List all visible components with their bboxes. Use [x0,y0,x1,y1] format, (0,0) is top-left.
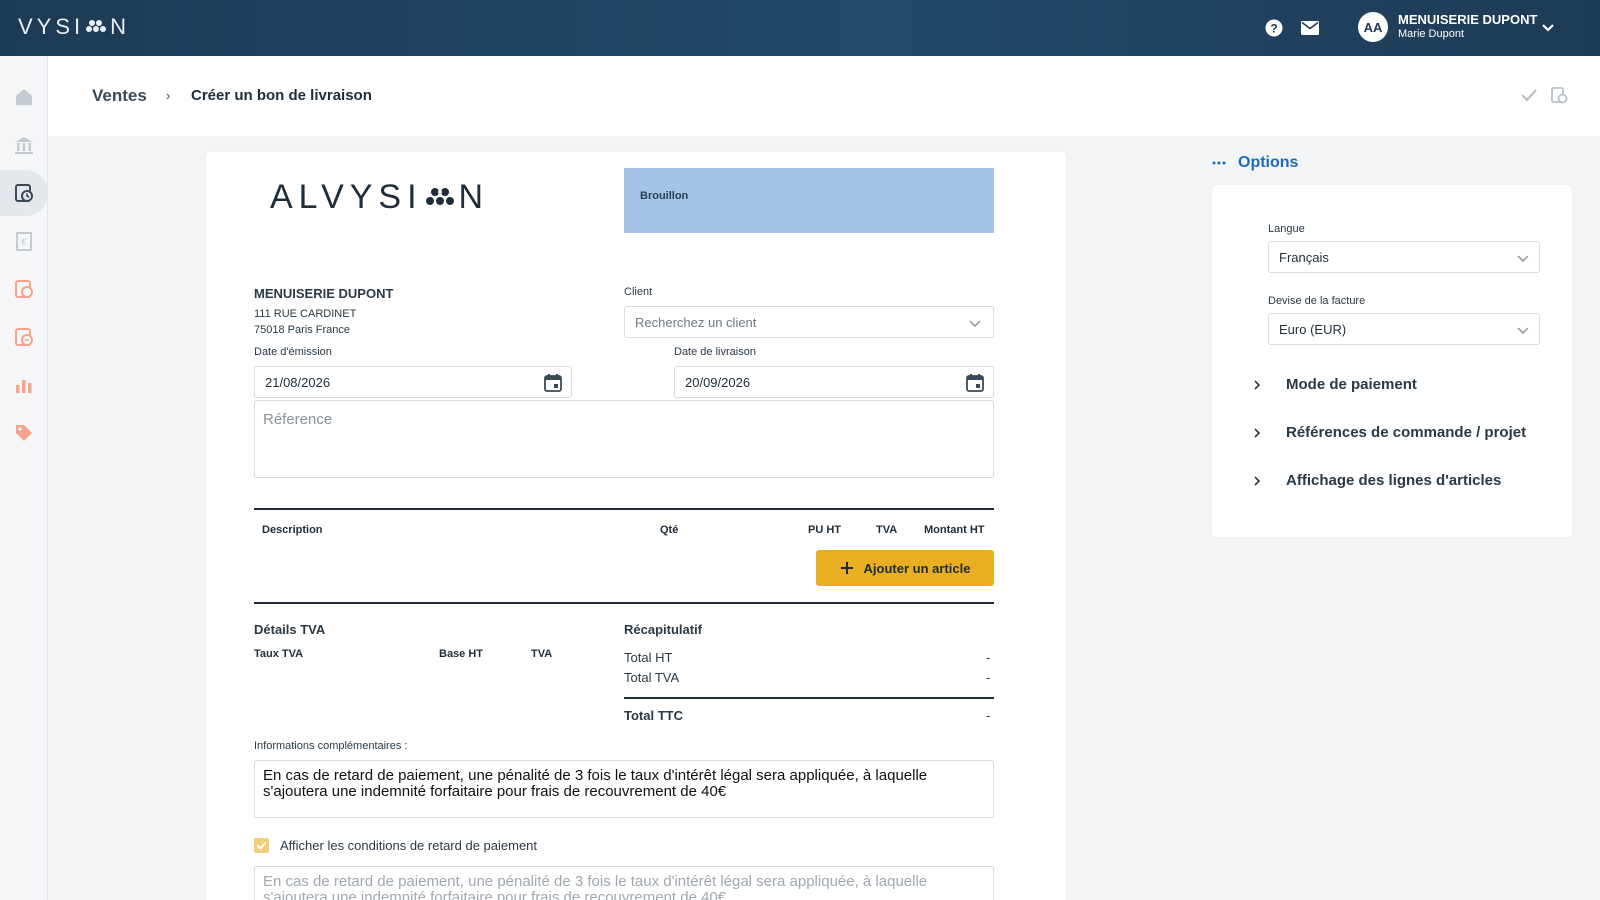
calendar-icon[interactable] [543,373,563,393]
company-address-line-1: 111 RUE CARDINET [254,308,357,320]
client-select[interactable]: Recherchez un client [624,306,994,338]
svg-text:€: € [21,237,26,247]
plus-icon [840,562,853,574]
total-ht-value: - [986,650,991,665]
home-icon [16,89,32,105]
sidebar-item-home[interactable] [0,74,48,120]
save-document-icon[interactable] [1550,86,1568,104]
chevron-down-icon[interactable] [1540,20,1556,36]
accordion-payment-method[interactable]: Mode de paiement [1252,376,1417,393]
vat-details-title: Détails TVA [254,622,326,637]
accordion-order-references[interactable]: Références de commande / projet [1252,424,1526,441]
user-menu[interactable]: AA MENUISERIE DUPONT Marie Dupont [1358,12,1537,42]
options-panel: Langue Français Devise de la facture Eur… [1212,185,1572,537]
help-circle-icon[interactable]: ? [1264,18,1284,38]
chevron-down-icon [1517,255,1529,263]
logo-dots-icon [425,187,454,205]
summary-divider [624,697,994,699]
expense-icon [15,328,33,346]
sidebar: € [0,56,48,900]
sidebar-item-reports[interactable] [0,362,48,408]
sidebar-item-invoices[interactable]: € [0,218,48,264]
vat-header-base: Base HT [439,648,484,660]
chevron-right-icon [1254,379,1261,390]
total-ttc-value: - [986,708,991,723]
user-company: MENUISERIE DUPONT [1398,12,1538,27]
language-label: Langue [1268,223,1305,235]
page-title: Créer un bon de livraison [191,87,372,104]
client-label: Client [624,286,653,298]
check-icon[interactable] [1520,86,1538,104]
top-bar: VYSI N ? AA MENUISERIE DUPONT Marie Dupo… [0,0,1600,56]
sidebar-item-tags[interactable] [0,410,48,456]
add-article-button[interactable]: Ajouter un article [816,550,994,586]
vat-header-rate: Taux TVA [254,648,304,660]
sidebar-item-expenses[interactable] [0,314,48,360]
options-header[interactable]: Options [1212,154,1298,172]
accordion-line-display[interactable]: Affichage des lignes d'articles [1252,472,1501,489]
chevron-right-icon [1254,427,1261,438]
reference-input[interactable]: Réference [254,400,994,478]
late-conditions-textarea[interactable]: En cas de retard de paiement, une pénali… [254,866,994,900]
late-conditions-label[interactable]: Afficher les conditions de retard de pai… [280,838,537,853]
chevron-down-icon [1517,327,1529,335]
breadcrumb-separator: › [166,88,171,103]
late-conditions-checkbox[interactable] [254,838,269,853]
issue-date-field[interactable]: 21/08/2026 [254,366,572,398]
page-header: Ventes › Créer un bon de livraison [48,56,1600,136]
currency-label: Devise de la facture [1268,295,1366,307]
company-name: MENUISERIE DUPONT [254,286,394,301]
additional-info-textarea[interactable]: En cas de retard de paiement, une pénali… [254,760,994,818]
app-logo[interactable]: VYSI N [18,14,130,40]
column-header-vat: TVA [876,524,898,536]
mail-icon[interactable] [1300,18,1320,38]
total-ht-label: Total HT [624,650,673,665]
breadcrumb-root[interactable]: Ventes [92,86,147,106]
invoice-icon: € [16,232,32,251]
calendar-icon[interactable] [965,373,985,393]
chevron-down-icon [969,320,981,328]
lines-bottom-divider [254,602,994,604]
summary-title: Récapitulatif [624,622,703,637]
language-select[interactable]: Français [1268,241,1540,273]
document-logo: ALVYSI N [270,178,490,216]
sales-icon [15,184,33,202]
sidebar-item-purchases[interactable] [0,266,48,312]
tag-icon [16,425,32,441]
logo-dots-icon [86,20,107,32]
vat-header-amount: TVA [531,648,553,660]
lines-top-divider [254,508,994,510]
company-address-line-2: 75018 Paris France [254,324,350,336]
delivery-date-field[interactable]: 20/09/2026 [674,366,994,398]
additional-info-label: Informations complémentaires : [254,740,408,752]
status-badge: Brouillon [624,168,994,233]
svg-text:?: ? [1270,22,1277,36]
sidebar-item-sales[interactable] [0,170,48,216]
sidebar-item-bank[interactable] [0,122,48,168]
check-icon [256,841,267,850]
column-header-unit-price: PU HT [808,524,841,536]
column-header-quantity: Qté [660,524,679,536]
purchase-icon [15,280,33,298]
reports-icon [16,380,32,393]
avatar: AA [1358,12,1388,42]
total-ttc-label: Total TTC [624,708,683,723]
total-tva-value: - [986,670,991,685]
delivery-date-label: Date de livraison [674,346,756,358]
more-dots-icon [1212,161,1226,165]
issue-date-label: Date d'émission [254,346,332,358]
delivery-note-document: ALVYSI N Brouillon MENUISERIE DUPONT 111… [206,152,1066,900]
column-header-description: Description [262,524,323,536]
chevron-right-icon [1254,475,1261,486]
total-tva-label: Total TVA [624,670,680,685]
column-header-amount: Montant HT [924,524,985,536]
currency-select[interactable]: Euro (EUR) [1268,313,1540,345]
user-name: Marie Dupont [1398,28,1465,41]
bank-icon [15,137,33,154]
